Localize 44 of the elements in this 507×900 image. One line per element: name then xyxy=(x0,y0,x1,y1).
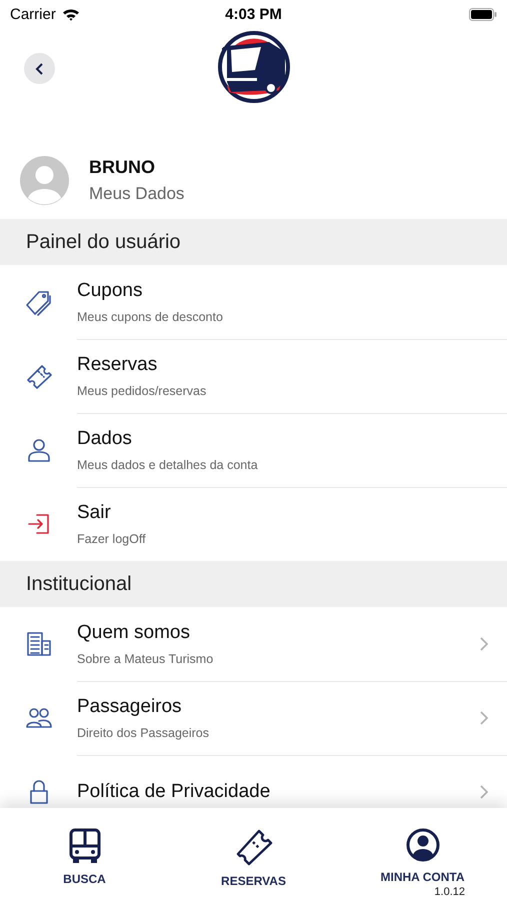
back-icon xyxy=(34,62,44,76)
tab-button[interactable]: RESERVAS xyxy=(169,808,338,900)
lock-icon xyxy=(28,779,50,805)
item-title: Passageiros xyxy=(77,696,183,718)
item-title: Cupons xyxy=(77,280,144,302)
item-subtitle: Direito dos Passageiros xyxy=(77,726,210,740)
avatar-icon xyxy=(20,156,69,205)
user-subtitle[interactable]: Meus Dados xyxy=(89,184,184,204)
menu-item[interactable]: Passageiros Direito dos Passageiros xyxy=(0,681,507,755)
item-title: Política de Privacidade xyxy=(77,781,272,803)
item-subtitle: Meus dados e detalhes da conta xyxy=(77,458,259,472)
building-icon xyxy=(26,631,52,657)
section-header: Painel do usuário xyxy=(0,219,507,265)
item-subtitle: Meus cupons de desconto xyxy=(77,310,224,324)
menu-item[interactable]: Cupons Meus cupons de desconto xyxy=(0,265,507,339)
menu-item[interactable]: Sair Fazer logOff xyxy=(0,487,507,561)
person-icon xyxy=(26,437,52,463)
bus-icon xyxy=(68,828,100,864)
ticket-icon xyxy=(234,828,272,866)
wifi-icon xyxy=(62,8,80,20)
item-title: Quem somos xyxy=(77,622,191,644)
menu-item[interactable]: Reservas Meus pedidos/reservas xyxy=(0,339,507,413)
item-subtitle: Sobre a Mateus Turismo xyxy=(77,652,214,666)
section-header: Institucional xyxy=(0,561,507,607)
logout-icon xyxy=(26,513,50,535)
people-icon xyxy=(24,706,52,730)
tag-icon xyxy=(24,288,54,316)
item-title: Dados xyxy=(77,428,133,450)
ticket-icon xyxy=(24,362,52,390)
tab-button[interactable]: BUSCA xyxy=(0,808,169,900)
item-subtitle: Meus pedidos/reservas xyxy=(77,384,208,398)
item-subtitle: Fazer logOff xyxy=(77,532,147,546)
version-label: 1.0.12 xyxy=(434,886,465,898)
menu-item[interactable]: Quem somos Sobre a Mateus Turismo xyxy=(0,607,507,681)
user-name: BRUNO xyxy=(89,157,156,178)
menu-item[interactable]: Dados Meus dados e detalhes da conta xyxy=(0,413,507,487)
status-time: 4:03 PM xyxy=(225,6,282,22)
menu-item[interactable]: Política de Privacidade xyxy=(0,755,507,808)
account-icon xyxy=(406,828,440,862)
carrier-label: Carrier xyxy=(10,6,56,22)
back-button[interactable] xyxy=(24,53,55,84)
item-title: Sair xyxy=(77,502,112,524)
item-title: Reservas xyxy=(77,354,158,376)
battery-icon xyxy=(468,8,497,20)
